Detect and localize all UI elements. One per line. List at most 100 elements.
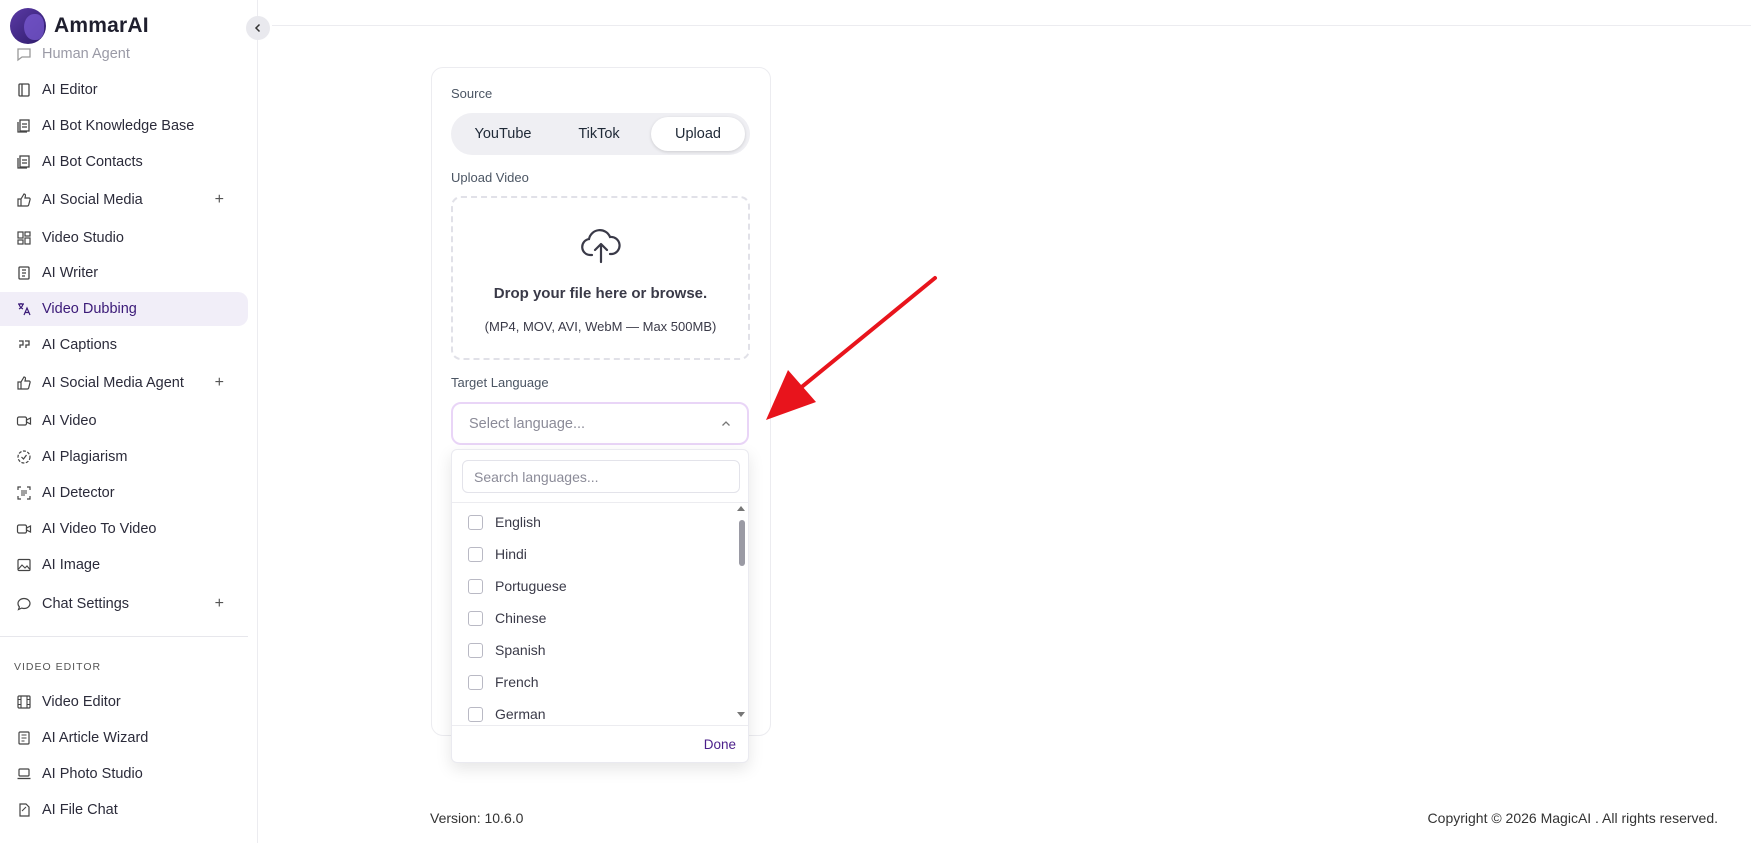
sidebar-item-chat-settings[interactable]: Chat Settings + <box>0 587 248 621</box>
file-chat-icon <box>16 802 32 818</box>
stack-docs-icon <box>16 118 32 134</box>
sidebar-item-ai-social-media-agent[interactable]: AI Social Media Agent + <box>0 366 248 400</box>
language-option-label: Chinese <box>495 610 547 626</box>
sidebar: Human Agent AI Editor AI Bot Knowledge B… <box>0 0 258 843</box>
sidebar-item-label: Human Agent <box>42 46 130 62</box>
language-option-label: Hindi <box>495 546 527 562</box>
sidebar-item-label: AI Video To Video <box>42 521 157 537</box>
sidebar-item-ai-bot-knowledge-base[interactable]: AI Bot Knowledge Base <box>0 109 248 143</box>
chevron-up-icon <box>722 421 730 426</box>
language-option-english[interactable]: English <box>468 510 541 534</box>
stack-docs-icon <box>16 154 32 170</box>
sidebar-item-ai-article-wizard[interactable]: AI Article Wizard <box>0 721 248 755</box>
language-option-french[interactable]: French <box>468 670 539 694</box>
checkbox[interactable] <box>468 546 483 562</box>
sidebar-item-label: AI Social Media <box>42 192 143 208</box>
sidebar-item-video-studio[interactable]: Video Studio <box>0 221 248 255</box>
video-camera-icon <box>16 413 32 429</box>
sidebar-item-video-dubbing[interactable]: Video Dubbing <box>0 292 248 326</box>
chat-icon <box>16 46 32 62</box>
language-option-spanish[interactable]: Spanish <box>468 638 546 662</box>
scroll-down-arrow-icon[interactable] <box>737 712 745 717</box>
language-option-portuguese[interactable]: Portuguese <box>468 574 567 598</box>
dropdown-footer-divider <box>452 725 748 726</box>
sidebar-item-ai-plagiarism[interactable]: AI Plagiarism <box>0 440 248 474</box>
language-option-hindi[interactable]: Hindi <box>468 542 527 566</box>
red-arrow-annotation <box>766 276 937 420</box>
sidebar-item-ai-social-media[interactable]: AI Social Media + <box>0 183 248 217</box>
tab-tiktok[interactable]: TikTok <box>551 117 647 151</box>
chat-bubble-icon <box>16 596 32 612</box>
dropdown-divider <box>452 502 748 503</box>
done-button[interactable]: Done <box>704 737 736 752</box>
sidebar-collapse-button[interactable] <box>246 16 270 40</box>
expand-plus-icon[interactable]: + <box>215 191 224 209</box>
expand-plus-icon[interactable]: + <box>215 595 224 613</box>
sidebar-item-label: AI File Chat <box>42 802 118 818</box>
select-placeholder: Select language... <box>469 416 586 432</box>
scroll-up-arrow-icon[interactable] <box>737 506 745 511</box>
sidebar-item-ai-file-chat[interactable]: AI File Chat <box>0 793 248 827</box>
scan-text-icon <box>16 485 32 501</box>
language-option-label: Spanish <box>495 642 546 658</box>
checkbox[interactable] <box>468 514 483 530</box>
translate-icon <box>16 301 32 317</box>
header-divider <box>272 25 1751 26</box>
checkbox[interactable] <box>468 610 483 626</box>
sidebar-item-video-editor[interactable]: Video Editor <box>0 685 248 719</box>
copyright-text: Copyright © 2026 MagicAI . All rights re… <box>1427 810 1718 826</box>
brand[interactable]: AmmarAI <box>10 8 149 44</box>
grid-icon <box>16 230 32 246</box>
language-option-german[interactable]: German <box>468 702 546 726</box>
language-option-chinese[interactable]: Chinese <box>468 606 546 630</box>
target-language-label: Target Language <box>451 375 549 390</box>
brand-name: AmmarAI <box>54 14 149 37</box>
sidebar-item-label: Chat Settings <box>42 596 130 612</box>
sidebar-item-ai-bot-contacts[interactable]: AI Bot Contacts <box>0 145 248 179</box>
expand-plus-icon[interactable]: + <box>215 374 224 392</box>
sidebar-item-label: Video Editor <box>42 694 121 710</box>
tab-upload[interactable]: Upload <box>651 117 745 151</box>
source-segmented-control: YouTube TikTok Upload <box>451 113 750 155</box>
sidebar-item-label: AI Writer <box>42 265 99 281</box>
file-drop-zone[interactable]: Drop your file here or browse. (MP4, MOV… <box>451 196 750 360</box>
sidebar-item-label: Video Studio <box>42 230 124 246</box>
cloud-upload-icon <box>581 229 621 264</box>
sidebar-item-label: Video Dubbing <box>42 301 137 317</box>
sidebar-item-label: AI Bot Knowledge Base <box>42 118 195 134</box>
sidebar-item-label: AI Plagiarism <box>42 449 128 465</box>
sidebar-item-ai-video[interactable]: AI Video <box>0 404 248 438</box>
upload-video-label: Upload Video <box>451 170 529 185</box>
sidebar-item-ai-editor[interactable]: AI Editor <box>0 73 248 107</box>
quote-icon <box>16 337 32 353</box>
sidebar-item-ai-detector[interactable]: AI Detector <box>0 476 248 510</box>
tab-youtube[interactable]: YouTube <box>455 117 551 151</box>
sidebar-item-label: AI Detector <box>42 485 115 501</box>
document-icon <box>16 265 32 281</box>
drop-zone-title: Drop your file here or browse. <box>493 285 708 302</box>
sidebar-item-ai-image[interactable]: AI Image <box>0 548 248 582</box>
brand-logo <box>10 8 46 44</box>
language-search-input[interactable] <box>462 460 740 493</box>
document-icon <box>16 82 32 98</box>
chevron-left-icon <box>254 23 261 33</box>
target-language-select[interactable]: Select language... <box>451 402 749 445</box>
checkbox[interactable] <box>468 674 483 690</box>
language-dropdown: English Hindi Portuguese Chinese Spanish… <box>451 449 749 763</box>
sidebar-item-label: AI Captions <box>42 337 117 353</box>
scrollbar-thumb[interactable] <box>739 520 745 566</box>
sidebar-item-ai-captions[interactable]: AI Captions <box>0 328 248 362</box>
sidebar-item-label: AI Bot Contacts <box>42 154 143 170</box>
checkbox[interactable] <box>468 706 483 722</box>
sidebar-item-label: AI Editor <box>42 82 98 98</box>
sidebar-item-ai-video-to-video[interactable]: AI Video To Video <box>0 512 248 546</box>
film-icon <box>16 694 32 710</box>
checkbox[interactable] <box>468 642 483 658</box>
checkbox[interactable] <box>468 578 483 594</box>
language-option-label: English <box>495 514 541 530</box>
sidebar-item-ai-writer[interactable]: AI Writer <box>0 256 248 290</box>
sidebar-divider <box>0 636 248 637</box>
sidebar-item-ai-photo-studio[interactable]: AI Photo Studio <box>0 757 248 791</box>
language-option-label: French <box>495 674 539 690</box>
check-circle-icon <box>16 449 32 465</box>
